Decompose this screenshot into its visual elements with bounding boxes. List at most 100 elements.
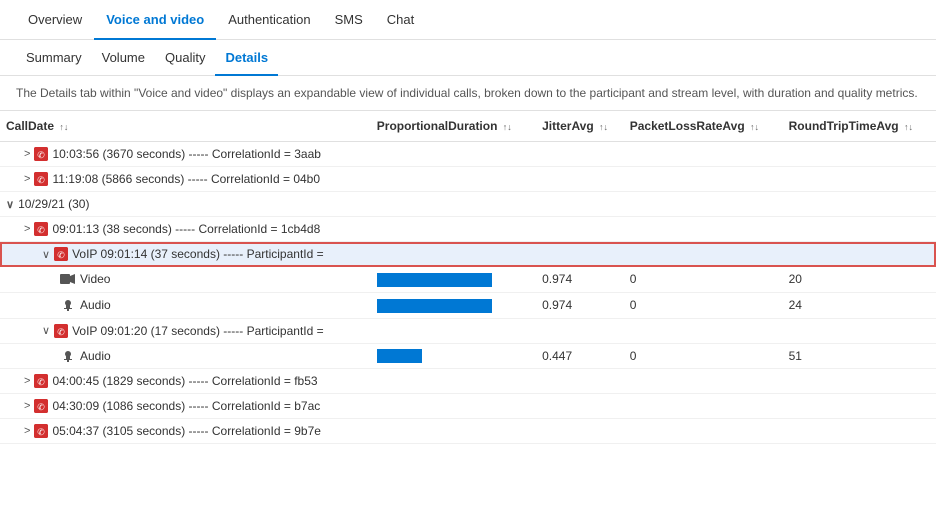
sort-icon[interactable]: ↑↓ xyxy=(904,122,913,132)
jitter-avg-cell xyxy=(536,217,624,242)
packet-loss-cell xyxy=(624,318,783,343)
packet-loss-cell: 0 xyxy=(624,267,783,293)
expand-icon[interactable]: > xyxy=(24,148,30,160)
jitter-avg-cell: 0.974 xyxy=(536,292,624,318)
top-nav-item-authentication[interactable]: Authentication xyxy=(216,0,322,40)
sort-icon[interactable]: ↑↓ xyxy=(750,122,759,132)
packet-loss-cell xyxy=(624,217,783,242)
proportional-duration-cell xyxy=(371,369,536,394)
table-row[interactable]: > ✆ 04:30:09 (1086 seconds) ----- Correla… xyxy=(0,394,936,419)
table-row[interactable]: Video0.974020 xyxy=(0,267,936,293)
expand-icon[interactable]: > xyxy=(24,375,30,387)
row-label: 10/29/21 (30) xyxy=(18,197,89,211)
svg-text:✆: ✆ xyxy=(38,225,46,235)
packet-loss-cell: 0 xyxy=(624,292,783,318)
row-label: 04:00:45 (1829 seconds) ----- Correlatio… xyxy=(52,374,317,388)
table-row[interactable]: Audio0.974024 xyxy=(0,292,936,318)
duration-bar xyxy=(377,299,492,313)
svg-text:✆: ✆ xyxy=(57,327,65,337)
duration-bar xyxy=(377,349,422,363)
table-container: CallDate ↑↓ProportionalDuration ↑↓Jitter… xyxy=(0,111,936,444)
sort-icon[interactable]: ↑↓ xyxy=(599,122,608,132)
table-row[interactable]: > ✆ 09:01:13 (38 seconds) ----- Correlati… xyxy=(0,217,936,242)
collapse-icon[interactable]: ∨ xyxy=(6,198,14,211)
video-icon xyxy=(60,272,76,286)
collapse-icon[interactable]: ∨ xyxy=(42,324,50,337)
proportional-duration-cell xyxy=(371,192,536,217)
row-label: 05:04:37 (3105 seconds) ----- Correlatio… xyxy=(52,424,320,438)
table-header-row: CallDate ↑↓ProportionalDuration ↑↓Jitter… xyxy=(0,111,936,142)
call-date-cell: ∨ ✆ VoIP 09:01:20 (17 seconds) ----- Part… xyxy=(0,318,371,343)
jitter-avg-cell xyxy=(536,369,624,394)
packet-loss-cell xyxy=(624,192,783,217)
row-label: 04:30:09 (1086 seconds) ----- Correlatio… xyxy=(52,399,320,413)
phone-icon: ✆ xyxy=(34,399,48,413)
expand-icon[interactable]: > xyxy=(24,425,30,437)
proportional-duration-cell xyxy=(371,419,536,444)
expand-icon[interactable]: > xyxy=(24,173,30,185)
column-header-jitteravg[interactable]: JitterAvg ↑↓ xyxy=(536,111,624,142)
rtt-cell xyxy=(783,394,936,419)
rtt-cell xyxy=(783,192,936,217)
table-row[interactable]: ∨ 10/29/21 (30) xyxy=(0,192,936,217)
jitter-avg-cell xyxy=(536,394,624,419)
phone-icon: ✆ xyxy=(34,222,48,236)
row-label: Audio xyxy=(80,349,111,363)
phone-icon: ✆ xyxy=(34,147,48,161)
rtt-cell: 24 xyxy=(783,292,936,318)
row-label: 09:01:13 (38 seconds) ----- CorrelationI… xyxy=(52,222,320,236)
top-nav-item-voice-and-video[interactable]: Voice and video xyxy=(94,0,216,40)
details-table: CallDate ↑↓ProportionalDuration ↑↓Jitter… xyxy=(0,111,936,444)
rtt-cell: 20 xyxy=(783,267,936,293)
rtt-cell xyxy=(783,242,936,267)
top-nav-item-overview[interactable]: Overview xyxy=(16,0,94,40)
table-row[interactable]: > ✆10:03:56 (3670 seconds) ----- Correla… xyxy=(0,142,936,167)
svg-text:✆: ✆ xyxy=(38,377,46,387)
jitter-avg-cell xyxy=(536,192,624,217)
rtt-cell xyxy=(783,318,936,343)
proportional-duration-cell xyxy=(371,267,536,293)
column-header-calldate[interactable]: CallDate ↑↓ xyxy=(0,111,371,142)
svg-text:✆: ✆ xyxy=(38,150,46,160)
jitter-avg-cell xyxy=(536,419,624,444)
sub-nav-item-volume[interactable]: Volume xyxy=(92,40,155,76)
sub-nav-item-summary[interactable]: Summary xyxy=(16,40,92,76)
expand-icon[interactable]: > xyxy=(24,400,30,412)
sub-nav-item-quality[interactable]: Quality xyxy=(155,40,215,76)
table-row[interactable]: > ✆ 04:00:45 (1829 seconds) ----- Correla… xyxy=(0,369,936,394)
sub-nav-item-details[interactable]: Details xyxy=(215,40,278,76)
rtt-cell xyxy=(783,369,936,394)
column-header-proportionalduration[interactable]: ProportionalDuration ↑↓ xyxy=(371,111,536,142)
proportional-duration-cell xyxy=(371,292,536,318)
table-row[interactable]: > ✆05:04:37 (3105 seconds) ----- Correla… xyxy=(0,419,936,444)
table-row[interactable]: ∨ ✆ VoIP 09:01:20 (17 seconds) ----- Part… xyxy=(0,318,936,343)
column-header-roundtriptimeavg[interactable]: RoundTripTimeAvg ↑↓ xyxy=(783,111,936,142)
table-row[interactable]: > ✆11:19:08 (5866 seconds) ----- Correla… xyxy=(0,167,936,192)
collapse-icon[interactable]: ∨ xyxy=(42,248,50,261)
sub-navigation: SummaryVolumeQualityDetails xyxy=(0,40,936,76)
column-header-packetlossrateavg[interactable]: PacketLossRateAvg ↑↓ xyxy=(624,111,783,142)
collapse-icon[interactable]: > xyxy=(24,223,30,235)
proportional-duration-cell xyxy=(371,167,536,192)
rtt-cell xyxy=(783,419,936,444)
phone-icon: ✆ xyxy=(54,324,68,338)
jitter-avg-cell xyxy=(536,167,624,192)
table-body: > ✆10:03:56 (3670 seconds) ----- Correla… xyxy=(0,142,936,444)
phone-icon: ✆ xyxy=(34,172,48,186)
description-text: The Details tab within "Voice and video"… xyxy=(0,76,936,111)
packet-loss-cell xyxy=(624,242,783,267)
packet-loss-cell xyxy=(624,419,783,444)
sort-icon[interactable]: ↑↓ xyxy=(59,122,68,132)
call-date-cell: > ✆11:19:08 (5866 seconds) ----- Correla… xyxy=(0,167,371,192)
top-nav-item-chat[interactable]: Chat xyxy=(375,0,426,40)
proportional-duration-cell xyxy=(371,394,536,419)
row-label: Video xyxy=(80,272,110,286)
top-navigation: OverviewVoice and videoAuthenticationSMS… xyxy=(0,0,936,40)
top-nav-item-sms[interactable]: SMS xyxy=(323,0,375,40)
row-label: VoIP 09:01:14 (37 seconds) ----- Partici… xyxy=(72,247,324,261)
table-row[interactable]: Audio0.447051 xyxy=(0,343,936,369)
row-label: VoIP 09:01:20 (17 seconds) ----- Partici… xyxy=(72,324,324,338)
table-row[interactable]: ∨ ✆VoIP 09:01:14 (37 seconds) ----- Part… xyxy=(0,242,936,267)
sort-icon[interactable]: ↑↓ xyxy=(503,122,512,132)
packet-loss-cell xyxy=(624,167,783,192)
